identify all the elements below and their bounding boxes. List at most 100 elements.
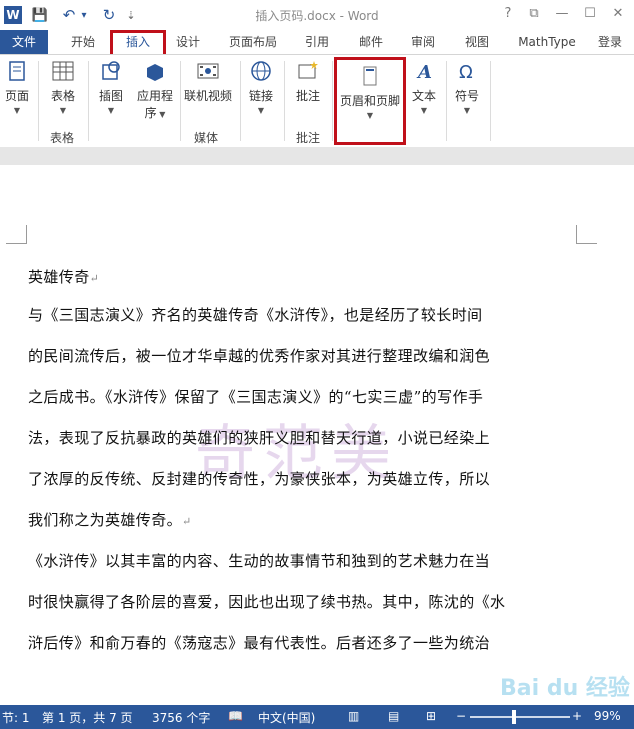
illustrations-button-label: 插图 (98, 89, 123, 103)
tab-file[interactable]: 文件 (0, 30, 48, 54)
paragraph-line: 了浓厚的反传统、反封建的传奇性，为豪侠张本，为英雄立传，所以 (28, 470, 491, 488)
tab-page-layout[interactable]: 页面布局 (222, 30, 284, 54)
print-layout-icon[interactable]: ▤ (388, 709, 399, 723)
zoom-slider-thumb[interactable] (512, 710, 516, 724)
ribbon-display-button[interactable]: ⧉ (524, 6, 544, 21)
film-icon (197, 63, 219, 79)
table-button-label: 表格 (50, 89, 75, 103)
chevron-down-icon: ▼ (366, 111, 374, 120)
apps-store-icon (147, 64, 163, 81)
chevron-down-icon: ▼ (13, 106, 21, 115)
minimize-button[interactable]: — (552, 6, 572, 21)
paragraph-line: 我们称之为英雄传奇。↵ (28, 511, 192, 529)
proofing-icon[interactable]: 📖 (228, 709, 243, 723)
sign-in-link[interactable]: 登录 (598, 30, 634, 54)
text-button[interactable]: A 文本 ▼ (408, 59, 440, 115)
separator (38, 61, 39, 141)
paragraph-line: 的民间流传后，被一位才华卓越的优秀作家对其进行整理改编和润色 (28, 347, 491, 365)
page-button[interactable]: 页面 ▼ (2, 59, 32, 115)
online-video-button[interactable]: 联机视频 (182, 59, 234, 104)
paragraph-line: 之后成书。《水浒传》保留了《三国志演义》的“七实三虚”的写作手 (28, 388, 484, 406)
apps-button[interactable]: 应用程 序 ▼ (134, 59, 176, 121)
paragraph-line: 《水浒传》以其丰富的内容、生动的故事情节和独到的艺术魅力在当 (28, 552, 491, 570)
header-footer-button[interactable]: 页眉和页脚 ▼ (334, 57, 406, 145)
paragraph-line: 英雄传奇↵ (28, 268, 100, 286)
link-icon (251, 61, 271, 81)
header-footer-label: 页眉和页脚 (339, 94, 400, 108)
chevron-down-icon: ▼ (257, 106, 265, 115)
text-button-label: 文本 (411, 89, 436, 103)
apps-button-label: 应用程 (136, 89, 173, 103)
page-button-label: 页面 (4, 89, 29, 103)
comment-icon (298, 61, 318, 79)
separator (88, 61, 89, 141)
tab-references[interactable]: 引用 (298, 30, 336, 54)
ribbon-tabs: 文件 开始 插入 设计 页面布局 引用 邮件 审阅 视图 MathType 登录 (0, 30, 634, 60)
header-footer-icon (363, 66, 377, 86)
svg-text:Ω: Ω (459, 62, 473, 83)
chevron-down-icon: ▼ (156, 110, 166, 119)
zoom-in-button[interactable]: + (572, 709, 582, 723)
separator (446, 61, 447, 141)
tab-view[interactable]: 视图 (458, 30, 496, 54)
close-button[interactable]: ✕ (608, 6, 628, 21)
document-page[interactable]: 奇范美 英雄传奇↵ 与《三国志演义》齐名的英雄传奇《水浒传》，也是经历了较长时间… (0, 165, 634, 705)
zoom-level[interactable]: 99% (594, 709, 621, 723)
symbol-button[interactable]: Ω 符号 ▼ (450, 59, 484, 115)
ribbon: 页面 ▼ 表格 ▼ 表格 插图 ▼ 应用程 序 ▼ 联机视频 媒体 链接 ▼ 批… (0, 54, 634, 148)
links-button-label: 链接 (248, 89, 273, 103)
document-background (0, 147, 634, 165)
chevron-down-icon: ▼ (420, 106, 428, 115)
tab-mailings[interactable]: 邮件 (352, 30, 390, 54)
separator (180, 61, 181, 141)
paragraph-line: 法，表现了反抗暴政的英雄们的狭肝义胆和替天行道，小说已经染上 (28, 429, 491, 447)
links-button[interactable]: 链接 ▼ (244, 59, 278, 115)
crop-mark (576, 225, 597, 244)
tab-review[interactable]: 审阅 (404, 30, 442, 54)
language-indicator[interactable]: 中文(中国) (258, 709, 315, 726)
zoom-out-button[interactable]: − (456, 709, 466, 723)
chevron-down-icon: ▼ (107, 106, 115, 115)
chevron-down-icon: ▼ (463, 106, 471, 115)
paragraph-line: 与《三国志演义》齐名的英雄传奇《水浒传》，也是经历了较长时间 (28, 306, 483, 324)
title-bar: W 💾 ↶ ▾ ↻ ⇣ 插入页码.docx - Word ? ⧉ — ☐ ✕ (0, 0, 634, 30)
table-button[interactable]: 表格 ▼ (46, 59, 80, 115)
tab-design[interactable]: 设计 (168, 30, 208, 54)
separator (284, 61, 285, 141)
online-video-label: 联机视频 (183, 89, 232, 103)
group-label-media: 媒体 (194, 131, 219, 145)
status-bar: 节: 1 第 1 页，共 7 页 3756 个字 📖 中文(中国) ▥ ▤ ⊞ … (0, 705, 634, 729)
comment-button[interactable]: 批注 (290, 59, 326, 104)
illustrations-button[interactable]: 插图 ▼ (94, 59, 128, 115)
chevron-down-icon: ▼ (59, 106, 67, 115)
pages-icon (9, 61, 25, 81)
shapes-icon (102, 61, 120, 80)
omega-icon: Ω (459, 62, 473, 83)
baidu-watermark: Bai du 经验 (500, 676, 630, 701)
svg-text:A: A (416, 62, 432, 83)
zoom-slider[interactable] (470, 716, 570, 718)
read-mode-icon[interactable]: ▥ (348, 709, 359, 723)
group-label-comment: 批注 (296, 131, 321, 145)
symbol-button-label: 符号 (454, 89, 479, 103)
text-box-icon: A (416, 62, 432, 83)
separator (240, 61, 241, 141)
crop-mark (6, 225, 27, 244)
tab-mathtype[interactable]: MathType (510, 30, 584, 54)
web-layout-icon[interactable]: ⊞ (426, 709, 436, 723)
tab-home[interactable]: 开始 (62, 30, 104, 54)
word-count[interactable]: 3756 个字 (152, 709, 210, 726)
table-icon (52, 61, 74, 81)
help-button[interactable]: ? (498, 6, 518, 21)
separator (332, 61, 333, 141)
comment-button-label: 批注 (295, 89, 320, 103)
separator (490, 61, 491, 141)
document-body[interactable]: 英雄传奇↵ 与《三国志演义》齐名的英雄传奇《水浒传》，也是经历了较长时间 的民间… (28, 267, 576, 674)
maximize-button[interactable]: ☐ (580, 6, 600, 21)
section-indicator[interactable]: 节: 1 (2, 709, 30, 726)
paragraph-line: 浒后传》和俞万春的《荡寇志》最有代表性。后者还多了一些为统治 (28, 634, 491, 652)
group-label-table: 表格 (50, 131, 75, 145)
page-indicator[interactable]: 第 1 页，共 7 页 (42, 709, 133, 726)
apps-button-label-2: 序 (144, 106, 157, 120)
paragraph-line: 时很快赢得了各阶层的喜爱，因此也出现了续书热。其中，陈沈的《水 (28, 593, 506, 611)
